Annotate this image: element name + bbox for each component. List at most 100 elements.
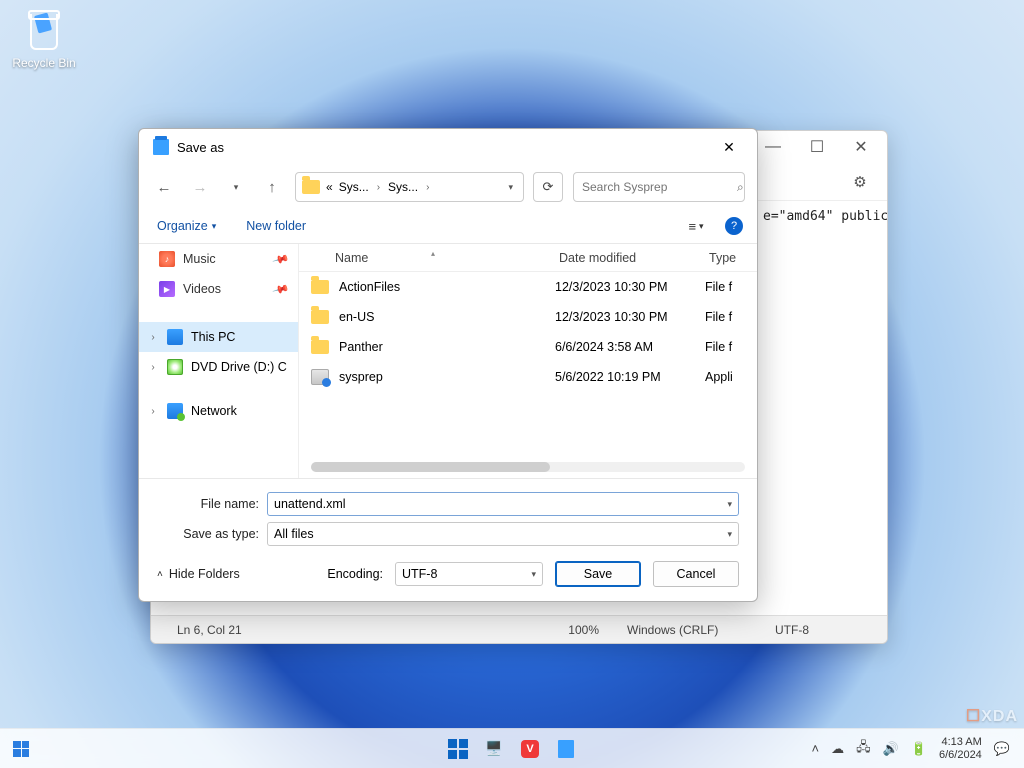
file-row[interactable]: Panther 6/6/2024 3:58 AM File f — [299, 332, 757, 362]
battery-tray-icon[interactable]: 🔋 — [911, 741, 927, 757]
close-icon: ✕ — [723, 139, 735, 156]
tree-node-dvd[interactable]: › DVD Drive (D:) C — [139, 352, 298, 382]
dvd-icon — [167, 359, 183, 375]
chevron-down-icon[interactable]: ▾ — [531, 569, 536, 580]
network-tray-icon[interactable]: 🖧 — [856, 738, 871, 760]
nav-recent-button[interactable]: ▾ — [223, 174, 249, 200]
file-row[interactable]: sysprep 5/6/2022 10:19 PM Appli — [299, 362, 757, 392]
horizontal-scrollbar[interactable] — [311, 462, 745, 472]
network-icon — [167, 403, 183, 419]
tree-node-this-pc[interactable]: › This PC — [139, 322, 298, 352]
videos-icon — [159, 281, 175, 297]
chevron-down-icon: ▾ — [212, 221, 217, 232]
savetype-label: Save as type: — [157, 527, 267, 541]
taskbar-app-notepad[interactable] — [553, 736, 579, 762]
status-encoding: UTF-8 — [761, 623, 875, 637]
arrow-left-icon: ← — [157, 179, 172, 196]
recycle-bin-label: Recycle Bin — [8, 56, 80, 70]
application-icon — [311, 369, 329, 385]
tray-overflow-button[interactable]: ˄ — [812, 741, 820, 756]
gear-icon: ⚙ — [853, 173, 866, 191]
chevron-right-icon[interactable]: › — [147, 362, 159, 373]
app-icon: 🖥️ — [485, 740, 502, 757]
breadcrumb-seg-2[interactable]: Sys... — [388, 180, 418, 194]
refresh-button[interactable]: ⟳ — [533, 172, 563, 202]
taskbar-app-1[interactable]: 🖥️ — [481, 736, 507, 762]
onedrive-icon[interactable]: ☁ — [831, 741, 844, 757]
nav-up-button[interactable]: ↑ — [259, 174, 285, 200]
status-cursor-pos: Ln 6, Col 21 — [163, 623, 513, 637]
file-list-header[interactable]: ▴ Name Date modified Type — [299, 244, 757, 272]
chevron-down-icon[interactable]: ▾ — [727, 529, 732, 540]
notepad-status-bar: Ln 6, Col 21 100% Windows (CRLF) UTF-8 — [151, 615, 887, 643]
dialog-title: Save as — [177, 140, 224, 155]
file-row[interactable]: en-US 12/3/2023 10:30 PM File f — [299, 302, 757, 332]
view-options-button[interactable]: ≡ ▾ — [681, 214, 711, 238]
chevron-right-icon: › — [375, 182, 382, 193]
help-button[interactable]: ? — [725, 217, 743, 235]
notepad-settings-button[interactable]: ⚙ — [847, 169, 873, 195]
address-bar[interactable]: « Sys... › Sys... › ▾ — [295, 172, 524, 202]
refresh-icon: ⟳ — [543, 179, 554, 195]
status-eol: Windows (CRLF) — [613, 623, 761, 637]
widgets-button[interactable] — [8, 736, 34, 762]
system-tray: ˄ ☁ 🖧 🔊 🔋 4:13 AM 6/6/2024 💬 — [812, 736, 1016, 761]
start-button[interactable] — [445, 736, 471, 762]
filename-combo[interactable]: ▾ — [267, 492, 739, 516]
dialog-close-button[interactable]: ✕ — [709, 133, 749, 161]
file-list: ▴ Name Date modified Type ActionFiles 12… — [299, 244, 757, 478]
pin-icon: 📌 — [272, 250, 290, 268]
taskbar-app-vivaldi[interactable]: V — [517, 736, 543, 762]
chevron-right-icon[interactable]: › — [147, 332, 159, 343]
encoding-combo[interactable]: UTF-8 ▾ — [395, 562, 543, 586]
encoding-label: Encoding: — [327, 567, 383, 581]
list-icon: ≡ — [688, 219, 696, 234]
folder-icon — [311, 340, 329, 354]
notepad-maximize-button[interactable]: ☐ — [795, 133, 839, 161]
nav-back-button[interactable]: ← — [151, 174, 177, 200]
taskbar-clock[interactable]: 4:13 AM 6/6/2024 — [939, 736, 982, 761]
folder-icon — [311, 280, 329, 294]
breadcrumb-prefix: « — [326, 180, 333, 194]
taskbar: 🖥️ V ˄ ☁ 🖧 🔊 🔋 4:13 AM 6/6/2024 💬 — [0, 728, 1024, 768]
volume-tray-icon[interactable]: 🔊 — [883, 741, 899, 757]
organize-button[interactable]: Organize ▾ — [153, 215, 220, 237]
search-input[interactable] — [582, 180, 737, 194]
notifications-button[interactable]: 💬 — [994, 741, 1010, 757]
chevron-down-icon[interactable]: ▾ — [727, 499, 732, 510]
tree-node-network[interactable]: › Network — [139, 396, 298, 426]
filename-input[interactable] — [274, 497, 727, 511]
nav-forward-button[interactable]: → — [187, 174, 213, 200]
search-box[interactable]: ⌕ — [573, 172, 745, 202]
recycle-bin-icon — [22, 8, 66, 52]
tree-node-music[interactable]: Music 📌 — [139, 244, 298, 274]
music-icon — [159, 251, 175, 267]
help-icon: ? — [731, 220, 737, 232]
vivaldi-icon: V — [521, 740, 539, 758]
arrow-up-icon: ↑ — [268, 179, 276, 196]
chevron-up-icon: ˄ — [157, 569, 163, 580]
search-icon: ⌕ — [737, 180, 744, 195]
chevron-right-icon[interactable]: › — [147, 406, 159, 417]
new-folder-button[interactable]: New folder — [242, 215, 310, 237]
save-button[interactable]: Save — [555, 561, 641, 587]
file-row[interactable]: ActionFiles 12/3/2023 10:30 PM File f — [299, 272, 757, 302]
filename-label: File name: — [157, 497, 267, 511]
savetype-combo[interactable]: All files ▾ — [267, 522, 739, 546]
save-as-dialog: Save as ✕ ← → ▾ ↑ « Sys... › Sys... › ▾ … — [138, 128, 758, 602]
notepad-icon — [153, 139, 169, 155]
nav-tree: Music 📌 Videos 📌 › This PC › DVD Drive (… — [139, 244, 299, 478]
tree-node-videos[interactable]: Videos 📌 — [139, 274, 298, 304]
notepad-close-button[interactable]: ✕ — [839, 133, 883, 161]
breadcrumb-seg-1[interactable]: Sys... — [339, 180, 369, 194]
chevron-down-icon: ▾ — [699, 221, 704, 232]
folder-icon — [302, 180, 320, 194]
chevron-right-icon: › — [424, 182, 431, 193]
arrow-right-icon: → — [193, 179, 208, 196]
watermark: ☐XDA — [966, 706, 1018, 726]
hide-folders-button[interactable]: ˄ Hide Folders — [157, 567, 240, 581]
notepad-icon — [558, 740, 574, 758]
desktop-recycle-bin[interactable]: Recycle Bin — [8, 8, 80, 70]
address-dropdown[interactable]: ▾ — [504, 182, 517, 193]
cancel-button[interactable]: Cancel — [653, 561, 739, 587]
